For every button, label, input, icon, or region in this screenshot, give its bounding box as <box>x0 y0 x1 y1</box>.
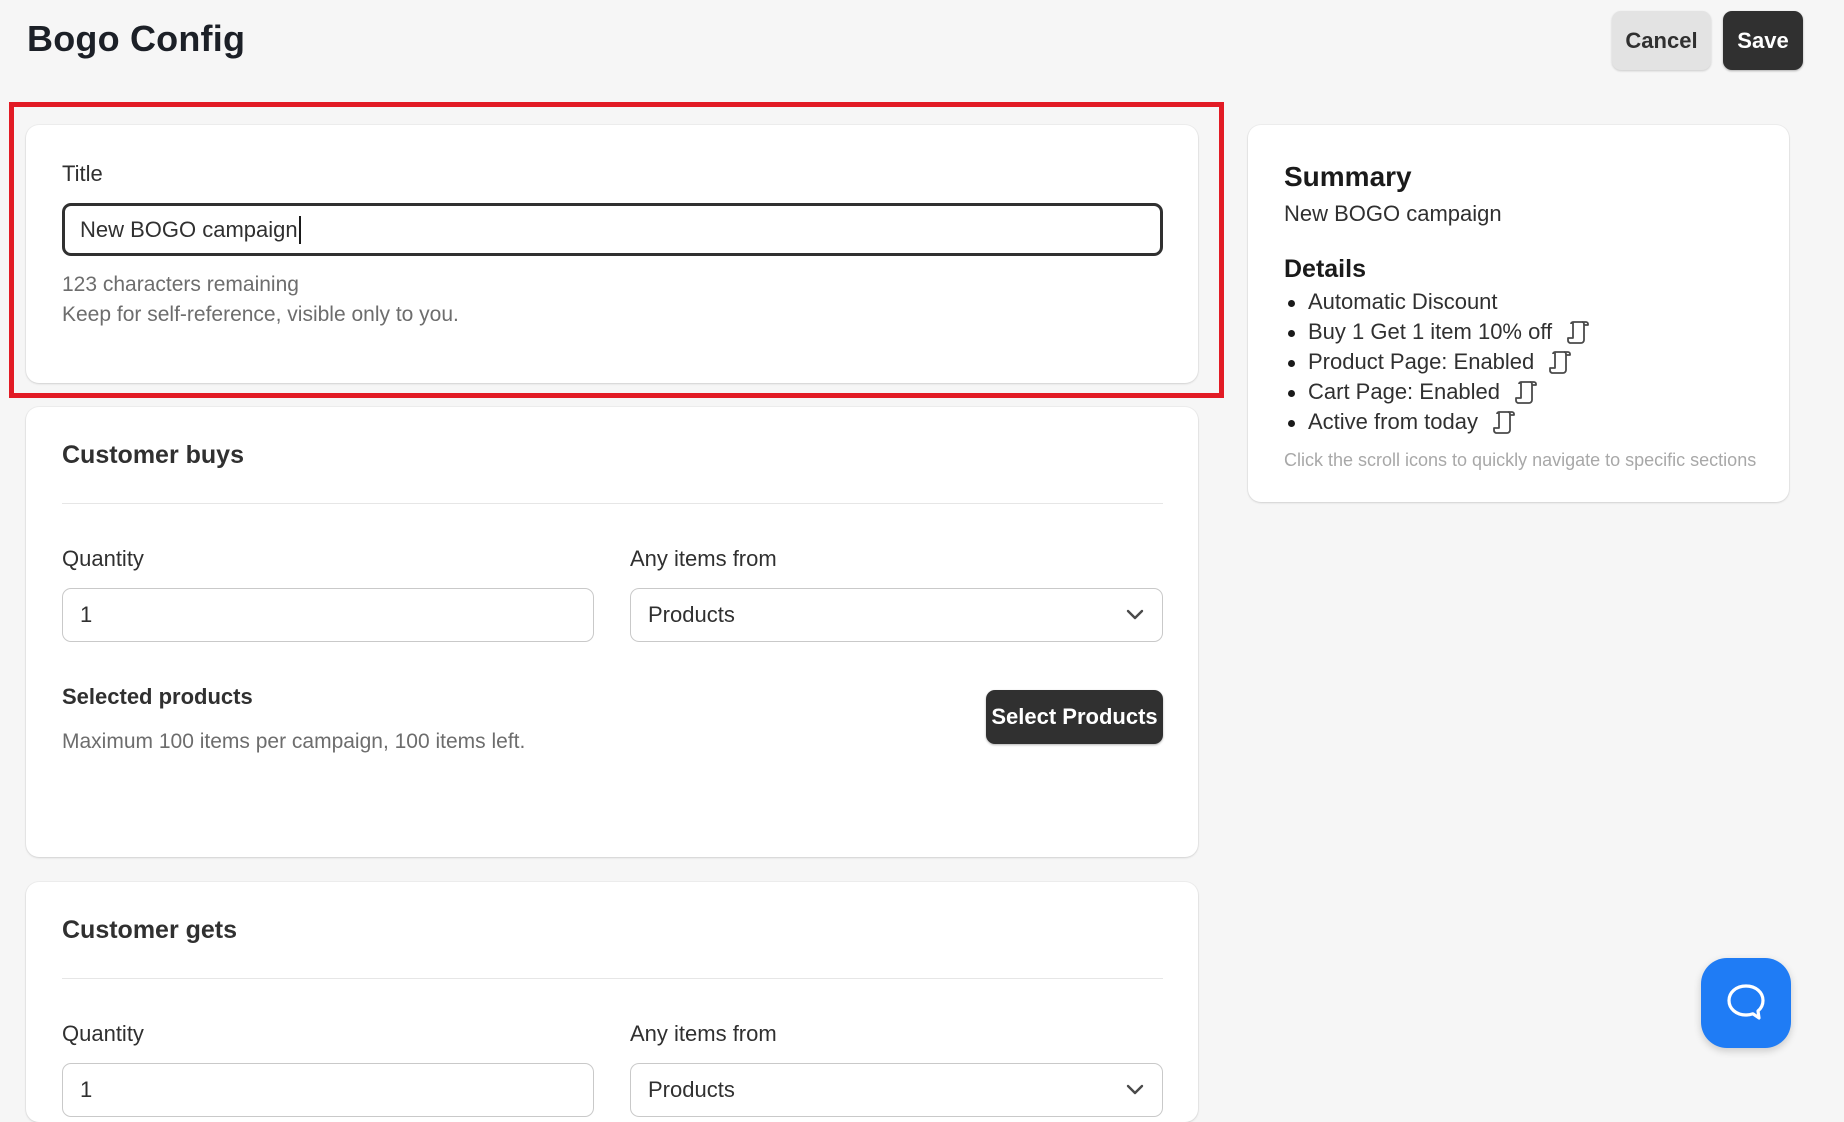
detail-item: Automatic Discount <box>1283 287 1590 317</box>
detail-item: Active from today <box>1283 407 1590 437</box>
select-products-button[interactable]: Select Products <box>986 690 1163 744</box>
detail-text: Active from today <box>1308 409 1478 434</box>
scroll-icon[interactable] <box>1548 349 1572 375</box>
buys-quantity-value: 1 <box>80 602 93 627</box>
gets-items-from-select[interactable]: Products <box>630 1063 1163 1117</box>
divider <box>62 503 1163 504</box>
detail-item: Product Page: Enabled <box>1283 347 1590 377</box>
detail-text: Product Page: Enabled <box>1308 349 1535 374</box>
detail-text: Cart Page: Enabled <box>1308 379 1501 404</box>
page-title: Bogo Config <box>27 18 246 59</box>
customer-gets-heading: Customer gets <box>62 916 238 944</box>
chevron-down-icon <box>1126 1084 1144 1095</box>
gets-items-from-label: Any items from <box>630 1021 777 1046</box>
save-button[interactable]: Save <box>1723 11 1803 70</box>
summary-heading: Summary <box>1284 161 1412 192</box>
divider <box>62 978 1163 979</box>
buys-items-from-select[interactable]: Products <box>630 588 1163 642</box>
chevron-down-icon <box>1126 609 1144 620</box>
summary-hint: Click the scroll icons to quickly naviga… <box>1284 450 1757 470</box>
chat-bubble-icon <box>1727 984 1765 1020</box>
buys-items-from-value: Products <box>648 602 735 627</box>
gets-quantity-value: 1 <box>80 1077 93 1102</box>
scroll-icon[interactable] <box>1492 409 1516 435</box>
details-list: Automatic Discount Buy 1 Get 1 item 10% … <box>1283 287 1590 437</box>
chat-button[interactable] <box>1701 958 1791 1048</box>
detail-item: Buy 1 Get 1 item 10% off <box>1283 317 1590 347</box>
cancel-button[interactable]: Cancel <box>1612 11 1711 70</box>
buys-quantity-input[interactable]: 1 <box>62 588 594 642</box>
highlight-box <box>9 102 1224 398</box>
detail-item: Cart Page: Enabled <box>1283 377 1590 407</box>
gets-quantity-input[interactable]: 1 <box>62 1063 594 1117</box>
summary-campaign-name: New BOGO campaign <box>1284 201 1502 226</box>
scroll-icon[interactable] <box>1514 379 1538 405</box>
selected-products-help: Maximum 100 items per campaign, 100 item… <box>62 730 526 753</box>
gets-quantity-label: Quantity <box>62 1021 144 1046</box>
customer-buys-heading: Customer buys <box>62 441 244 469</box>
details-heading: Details <box>1284 255 1366 283</box>
buys-items-from-label: Any items from <box>630 546 777 571</box>
selected-products-label: Selected products <box>62 684 253 709</box>
scroll-icon[interactable] <box>1566 319 1590 345</box>
detail-text: Buy 1 Get 1 item 10% off <box>1308 319 1553 344</box>
buys-quantity-label: Quantity <box>62 546 144 571</box>
detail-text: Automatic Discount <box>1308 289 1498 314</box>
gets-items-from-value: Products <box>648 1077 735 1102</box>
